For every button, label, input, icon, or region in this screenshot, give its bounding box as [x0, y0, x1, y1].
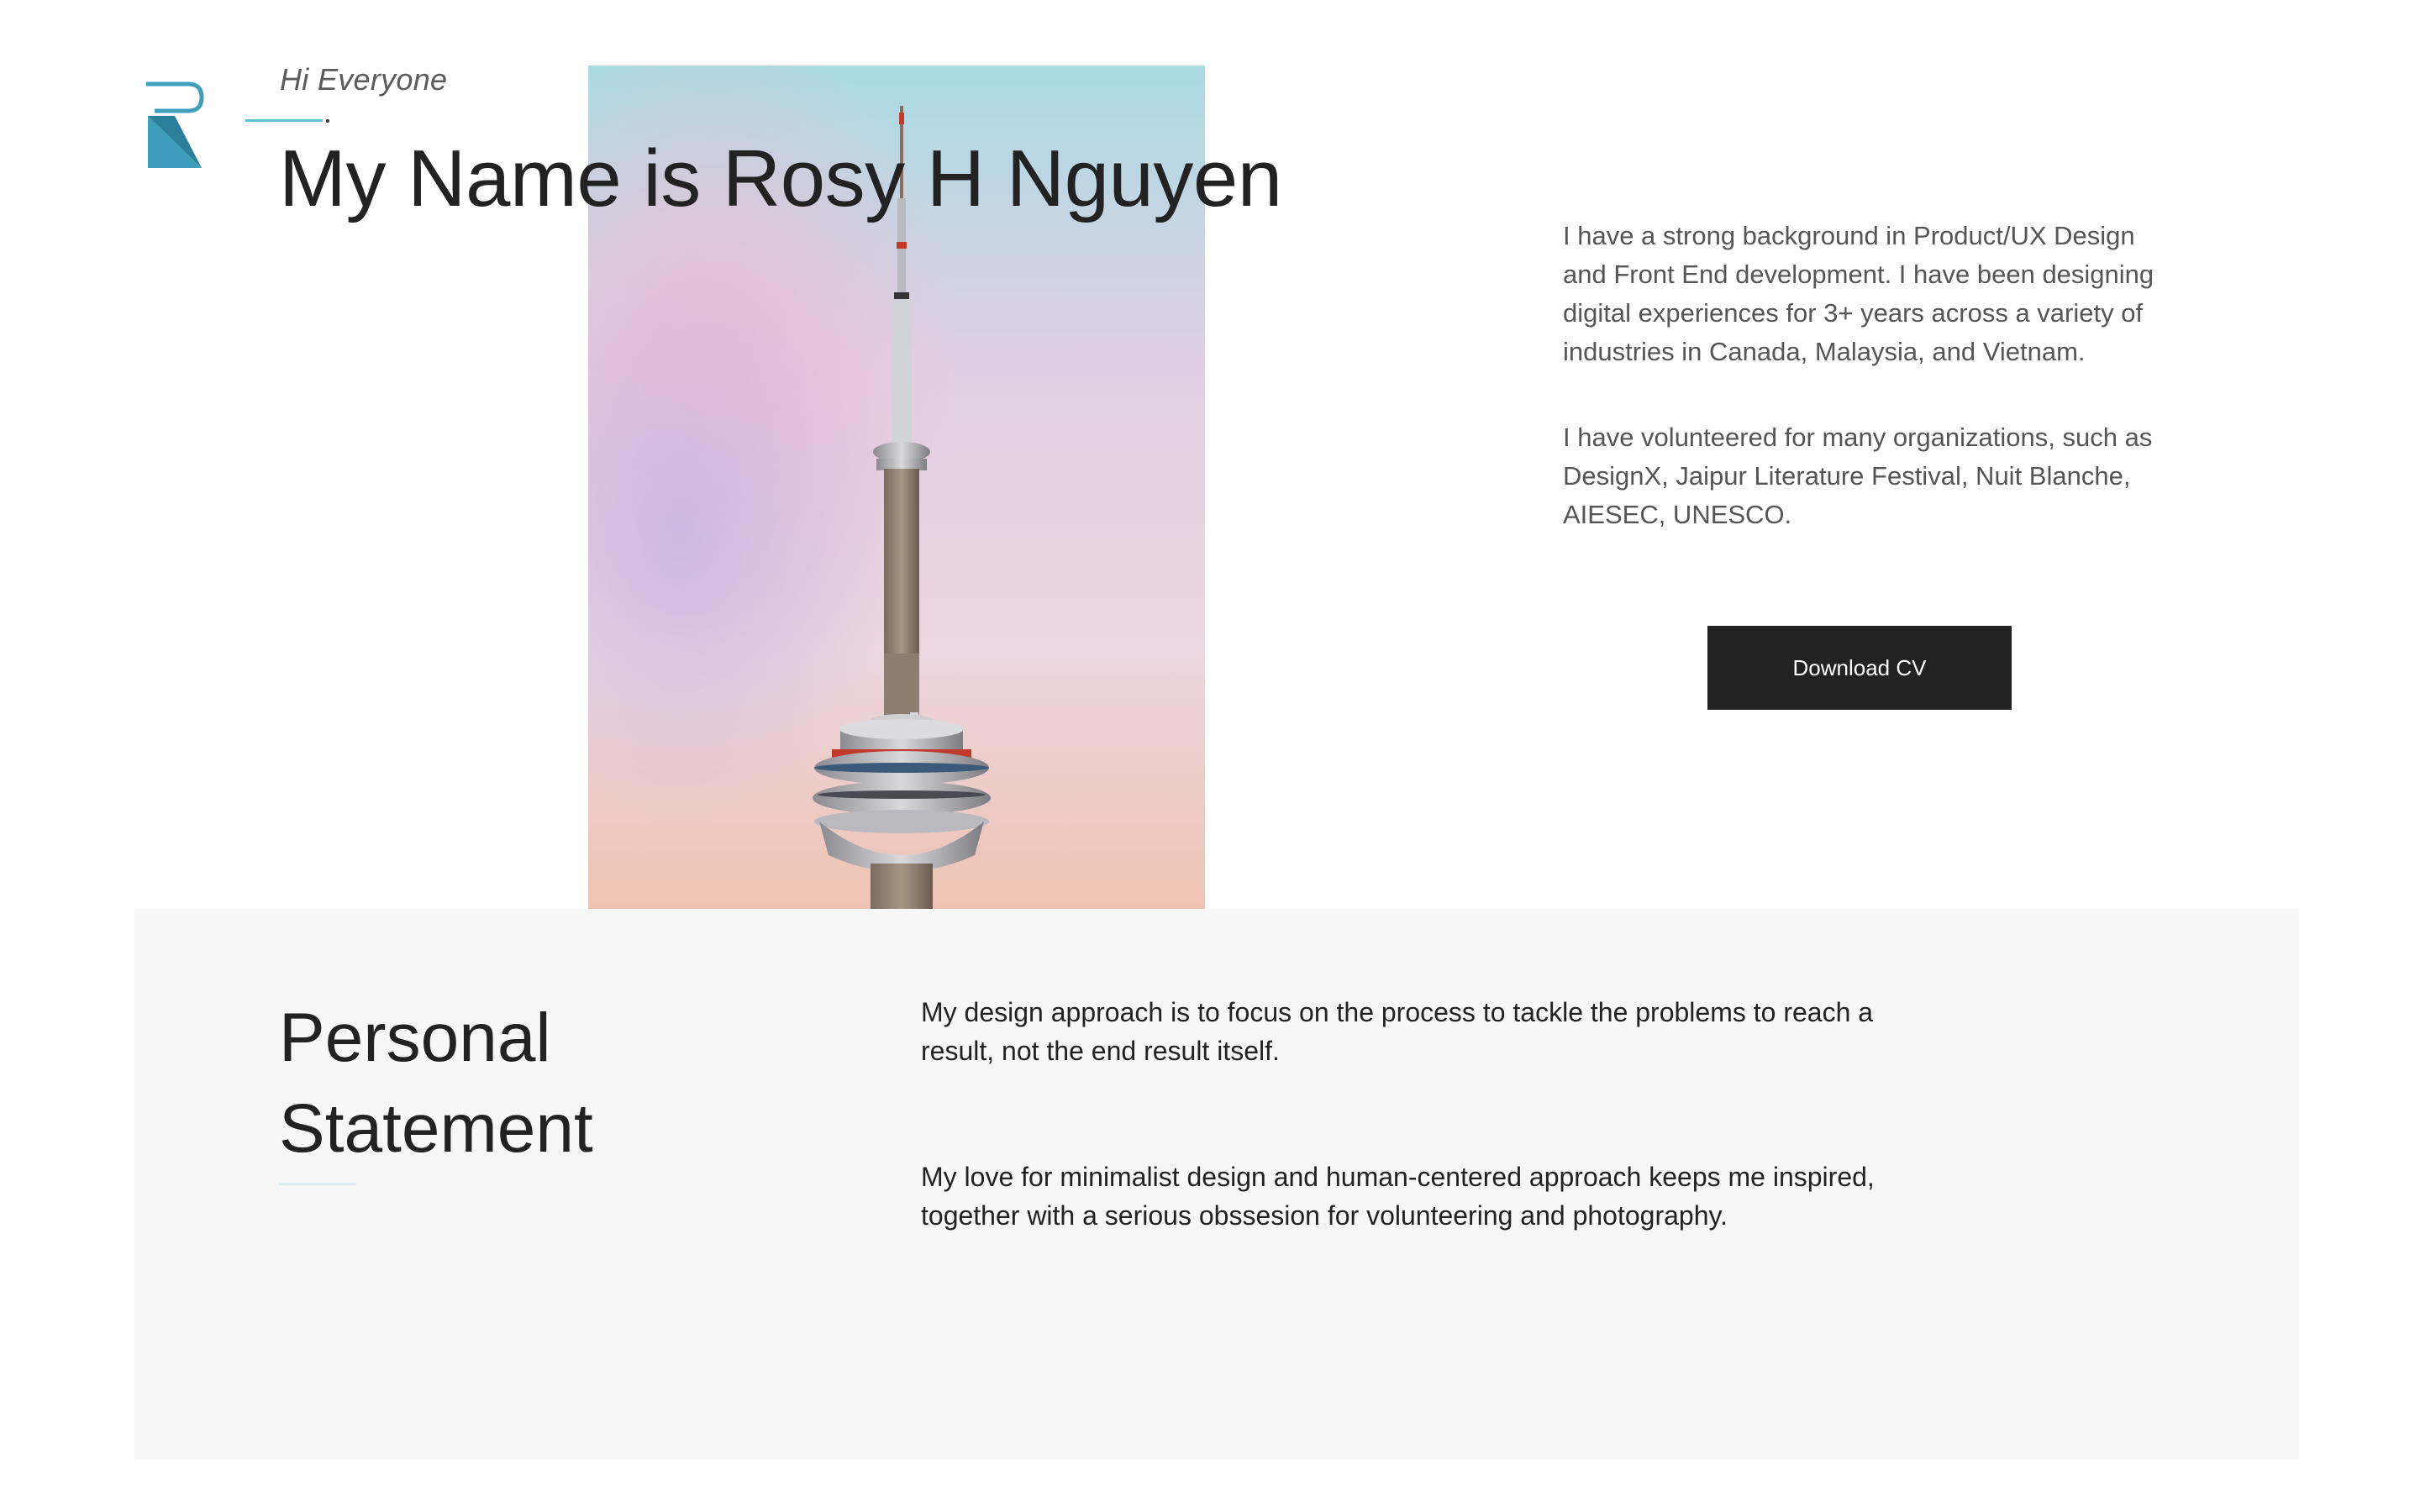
about-paragraph-background: I have a strong background in Product/UX…	[1563, 221, 2154, 366]
accent-underline	[245, 119, 323, 122]
greeting-text: Hi Everyone	[280, 62, 448, 97]
download-cv-button[interactable]: Download CV	[1707, 626, 2012, 710]
statement-paragraph-approach: My design approach is to focus on the pr…	[921, 997, 1874, 1066]
statement-title: Personal Statement	[279, 1000, 593, 1167]
about-section: I have a strong background in Product/UX…	[1563, 217, 2168, 581]
statement-underline	[279, 1183, 356, 1185]
accent-dot	[326, 119, 329, 123]
portfolio-page: Hi Everyone My Name is Rosy H Nguyen I h…	[0, 0, 2420, 1512]
rh-monogram-logo[interactable]	[143, 81, 207, 168]
statement-body: My design approach is to focus on the pr…	[921, 993, 1896, 1322]
personal-statement-section: Personal Statement My design approach is…	[134, 909, 2299, 1460]
statement-paragraph-inspiration: My love for minimalist design and human-…	[921, 1162, 1875, 1231]
page-title: My Name is Rosy H Nguyen	[279, 134, 1282, 223]
about-paragraph-volunteer: I have volunteered for many organization…	[1563, 423, 2153, 529]
